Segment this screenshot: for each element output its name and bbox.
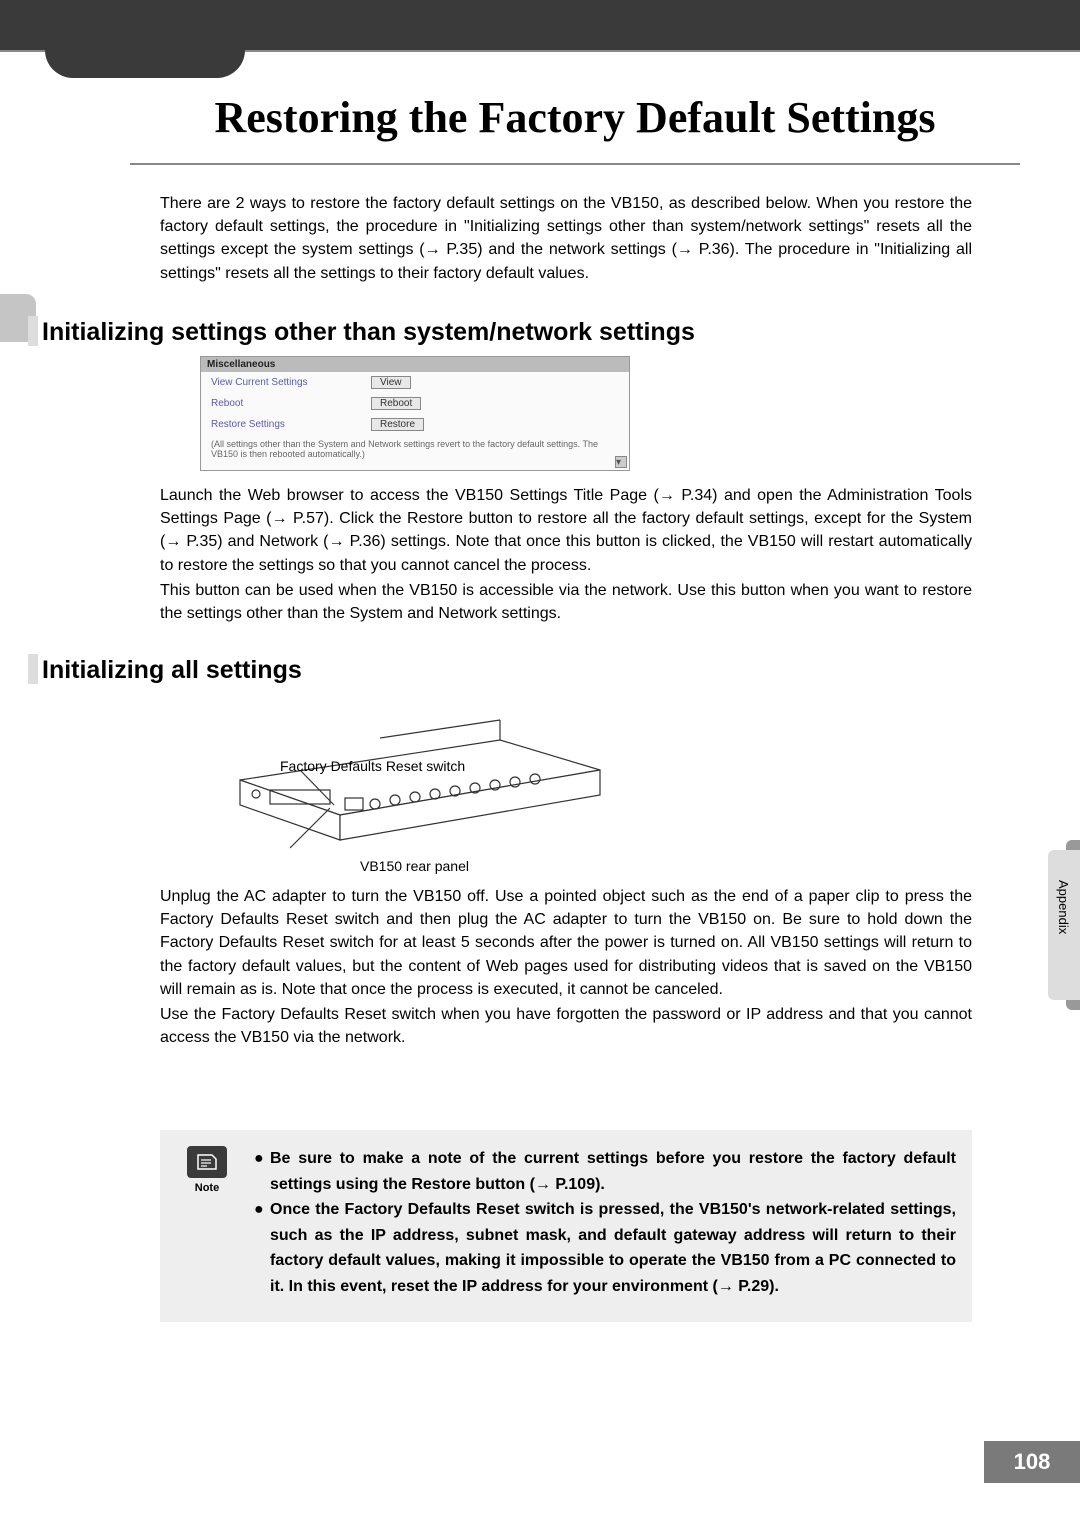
screenshot-row: Reboot Reboot [201,393,629,414]
screenshot-footnote: (All settings other than the System and … [201,435,629,463]
section1-para-b: This button can be used when the VB150 i… [160,579,972,625]
screenshot-row-label: Reboot [211,398,311,409]
scroll-arrow-icon: ▾ [615,456,627,468]
diagram-caption: VB150 rear panel [360,858,469,874]
section2-para-b: Use the Factory Defaults Reset switch wh… [160,1003,972,1049]
side-tab: Appendix [1048,850,1080,1000]
note-label: Note [176,1182,238,1194]
note-box: Note ● Be sure to make a note of the cur… [160,1130,972,1322]
section2-para-a: Unplug the AC adapter to turn the VB150 … [160,885,972,1001]
section-heading-1: Initializing settings other than system/… [36,318,695,347]
page-number: 108 [984,1441,1080,1483]
screenshot-row: View Current Settings View [201,372,629,393]
settings-screenshot: Miscellaneous View Current Settings View… [200,356,630,471]
page-title: Restoring the Factory Default Settings [130,92,1020,165]
intro-paragraph: There are 2 ways to restore the factory … [160,192,972,285]
rear-panel-diagram [200,700,620,850]
note-icon-block: Note [176,1146,238,1194]
header-bar [0,0,1080,50]
view-button: View [371,376,411,389]
note-icon [187,1146,227,1178]
section-heading-2: Initializing all settings [36,656,302,685]
reboot-button: Reboot [371,397,421,410]
bullet-icon: ● [254,1146,270,1197]
bullet-icon: ● [254,1197,270,1299]
screenshot-row-label: View Current Settings [211,377,311,388]
section1-body: Launch the Web browser to access the VB1… [160,484,972,625]
screenshot-row: Restore Settings Restore [201,414,629,435]
section2-body: Unplug the AC adapter to turn the VB150 … [160,885,972,1049]
diagram-label: Factory Defaults Reset switch [280,758,465,774]
note-bullet-1: Be sure to make a note of the current se… [270,1146,956,1197]
side-tab-label: Appendix [1048,850,1079,964]
header-tab-shape [45,50,245,78]
screenshot-row-label: Restore Settings [211,419,311,430]
screenshot-header: Miscellaneous [201,357,629,372]
note-content: ● Be sure to make a note of the current … [254,1146,956,1300]
restore-button: Restore [371,418,424,431]
note-bullet-2: Once the Factory Defaults Reset switch i… [270,1197,956,1299]
section1-para-a: Launch the Web browser to access the VB1… [160,484,972,577]
